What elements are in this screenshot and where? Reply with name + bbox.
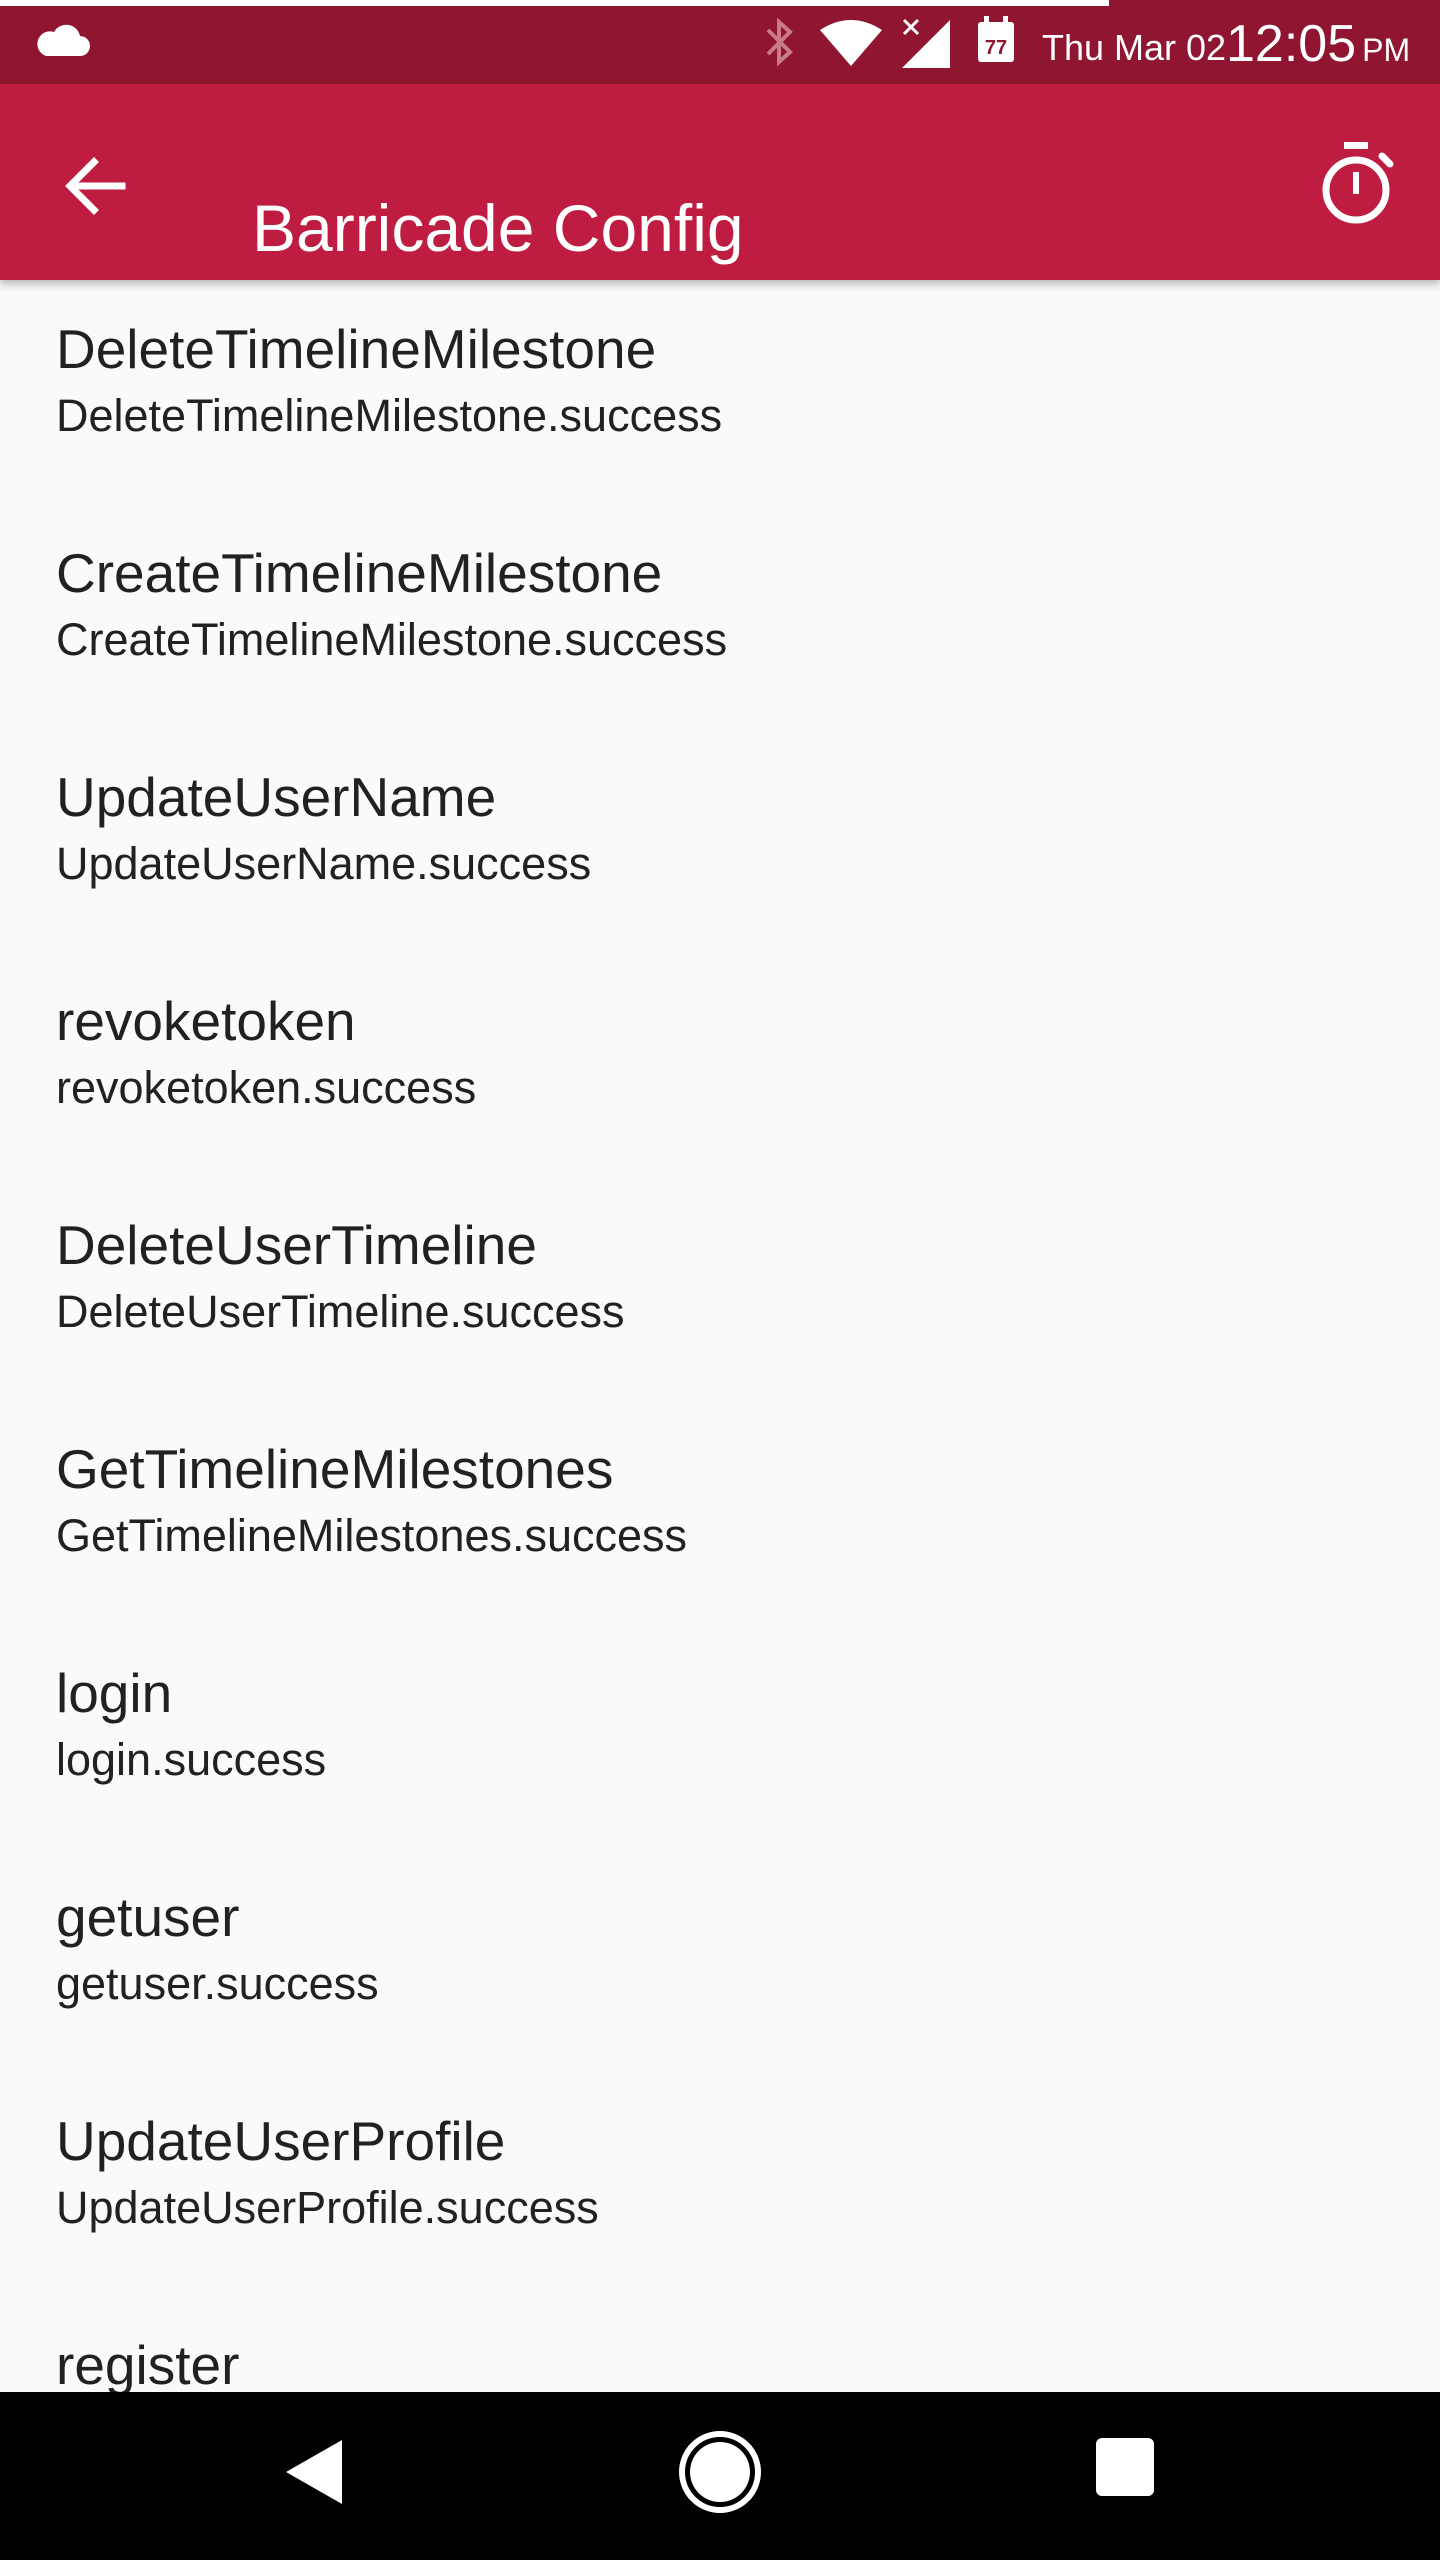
- page-title: Barricade Config: [252, 191, 744, 266]
- config-list: DeleteTimelineMilestone DeleteTimelineMi…: [0, 280, 1440, 2392]
- list-item[interactable]: DeleteTimelineMilestone DeleteTimelineMi…: [0, 280, 1440, 504]
- status-time-ampm: PM: [1362, 32, 1411, 68]
- list-item-title: UpdateUserName: [56, 766, 497, 828]
- calendar-icon: 77: [978, 16, 1014, 62]
- status-bar: 77 Thu Mar 02 12:05 PM: [0, 0, 1440, 84]
- list-item-subtitle: DeleteUserTimeline.success: [56, 1286, 625, 1337]
- status-progress-bar: [0, 0, 1109, 6]
- list-item-subtitle: DeleteTimelineMilestone.success: [56, 390, 723, 441]
- list-item-subtitle: CreateTimelineMilestone.success: [56, 614, 728, 665]
- list-item-title: DeleteUserTimeline: [56, 1214, 537, 1276]
- list-item[interactable]: UpdateUserName UpdateUserName.success: [0, 728, 1440, 952]
- bluetooth-icon: [766, 17, 793, 67]
- calendar-day-text: 77: [985, 37, 1007, 59]
- list-item[interactable]: DeleteUserTimeline DeleteUserTimeline.su…: [0, 1176, 1440, 1400]
- list-item-subtitle: login.success: [56, 1734, 327, 1785]
- back-arrow-icon[interactable]: [56, 146, 136, 226]
- list-item[interactable]: GetTimelineMilestones GetTimelineMilesto…: [0, 1400, 1440, 1624]
- list-item[interactable]: UpdateUserProfile UpdateUserProfile.succ…: [0, 2072, 1440, 2296]
- nav-recents-icon[interactable]: [1094, 2436, 1156, 2498]
- list-item-subtitle: getuser.success: [56, 1958, 379, 2009]
- list-item-title: GetTimelineMilestones: [56, 1438, 614, 1500]
- list-item[interactable]: revoketoken revoketoken.success: [0, 952, 1440, 1176]
- list-item-subtitle: GetTimelineMilestones.success: [56, 1510, 688, 1561]
- status-time-value: 12:05: [1226, 15, 1357, 73]
- system-nav-bar: [0, 2392, 1440, 2560]
- list-item-title: UpdateUserProfile: [56, 2110, 506, 2172]
- list-item-title: login: [56, 1662, 173, 1724]
- list-item[interactable]: CreateTimelineMilestone CreateTimelineMi…: [0, 504, 1440, 728]
- list-item-title: revoketoken: [56, 990, 356, 1052]
- list-item-title: CreateTimelineMilestone: [56, 542, 663, 604]
- cell-signal-icon: [902, 18, 950, 68]
- nav-back-icon[interactable]: [282, 2436, 346, 2508]
- nav-home-icon[interactable]: [676, 2428, 764, 2516]
- list-item[interactable]: getuser getuser.success: [0, 1848, 1440, 2072]
- list-item-title: DeleteTimelineMilestone: [56, 318, 657, 380]
- cloud-icon: [37, 24, 90, 56]
- list-item-subtitle: UpdateUserName.success: [56, 838, 592, 889]
- list-item-title: getuser: [56, 1886, 240, 1948]
- list-item[interactable]: login login.success: [0, 1624, 1440, 1848]
- status-time: 12:05 PM: [1226, 14, 1410, 80]
- list-item-subtitle: revoketoken.success: [56, 1062, 477, 1113]
- timer-icon[interactable]: [1310, 138, 1402, 230]
- list-item[interactable]: register: [0, 2296, 1440, 2392]
- wifi-icon: [820, 20, 882, 66]
- app-bar: Barricade Config: [0, 84, 1440, 280]
- list-item-subtitle: UpdateUserProfile.success: [56, 2182, 599, 2233]
- status-date: Thu Mar 02: [1042, 27, 1227, 68]
- list-item-title: register: [56, 2334, 240, 2392]
